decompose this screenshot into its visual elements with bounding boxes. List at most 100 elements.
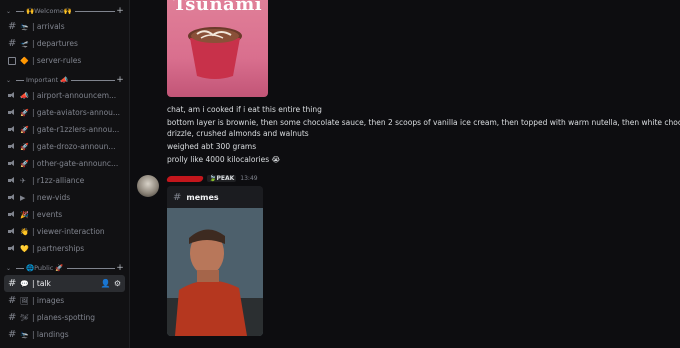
channel-item[interactable]: 🚀 | other-gate-announc... [4,155,125,172]
channel-emoji-icon: 🚀 [20,159,29,168]
message-header: 🍃PEAK 13:49 [165,175,258,182]
channel-tools: 👤 ⚙ [101,279,121,288]
channel-item[interactable]: ▶ | new-vids [4,189,125,206]
embed-title: memes [186,192,219,202]
channel-emoji-icon: 🖼 [20,296,29,305]
channel-item[interactable]: 👋 | viewer-interaction [4,223,125,240]
hash-icon: # [173,191,182,203]
channel-item[interactable]: # 🛬 | arrivals [4,18,125,35]
category-label: 🌐Public 🚀 [26,264,64,272]
channel-emoji-icon: 🛫 [20,39,29,48]
chevron-down-icon: ⌄ [6,76,12,84]
channel-item[interactable]: 🚀 | gate-r1zzlers-annou... [4,121,125,138]
image-brand-text: Tsunami [173,0,263,15]
channel-item[interactable]: # 💬 | talk 👤 ⚙ [4,275,125,292]
text-channel-icon: # [8,312,17,323]
channel-name: | airport-announcem... [32,91,117,100]
channel-emoji-icon: ✈ [20,176,26,185]
channel-item[interactable]: # 🖼 | images [4,292,125,309]
channel-item[interactable]: 🚀 | gate-drozo-announ... [4,138,125,155]
message-line: prolly like 4000 kilocalories 😭 [167,155,281,164]
channel-name: | events [32,210,63,219]
channel-emoji-icon: 🚀 [20,125,29,134]
channel-item[interactable]: # 🛩 | planes-spotting [4,309,125,326]
channel-name: | departures [32,39,78,48]
channel-emoji-icon: 🛩 [20,313,29,322]
channel-emoji-icon: 📣 [20,91,29,100]
category-header[interactable]: ⌄ Important 📣 + [0,73,129,87]
text-channel-icon: # [8,21,17,32]
channel-name: | viewer-interaction [32,227,105,236]
category-label: Important 📣 [26,76,69,84]
channel-name: | gate-drozo-announ... [32,142,116,151]
announcement-channel-icon [8,92,17,99]
attachment-embed[interactable]: # memes [167,186,263,336]
channel-name: | landings [32,330,69,339]
channel-name: | planes-spotting [32,313,96,322]
category-divider [71,79,115,81]
message-line: drizzle, crushed almonds and walnuts [167,129,309,138]
rules-channel-icon [8,56,16,65]
channel-name: | talk [32,279,51,288]
category-divider [74,10,115,12]
channel-emoji-icon: 👋 [20,227,29,236]
announcement-channel-icon [8,143,17,150]
category-divider [66,267,115,269]
channel-name: | server-rules [32,56,82,65]
channel-emoji-icon: 🛬 [20,22,29,31]
text-channel-icon: # [8,329,17,340]
meme-image[interactable] [167,208,263,336]
text-channel-icon: # [8,38,17,49]
channel-name: | arrivals [32,22,65,31]
channel-emoji-icon: 🎉 [20,210,29,219]
channel-emoji-icon: 🚀 [20,108,29,117]
chevron-down-icon: ⌄ [6,264,12,272]
dessert-image[interactable]: Tsunami [167,0,268,97]
announcement-channel-icon [8,109,17,116]
channel-name: | gate-aviators-annou... [32,108,121,117]
add-channel-icon[interactable]: + [115,6,125,16]
message-area: Tsunami chat, am i cooked if i eat this … [131,0,680,348]
message-line: weighed abt 300 grams [167,142,257,151]
channel-item[interactable]: # 🛫 | departures [4,35,125,52]
gear-icon[interactable]: ⚙ [114,279,121,288]
channel-name: | partnerships [32,244,85,253]
category-header[interactable]: ⌄ 🙌Welcome🙌 + [0,4,129,18]
channel-sidebar: ⌄ 🙌Welcome🙌 + # 🛬 | arrivals # 🛫 | departures 🔶 | … [0,0,130,348]
category-divider [16,79,24,81]
message-line: chat, am i cooked if i eat this entire t… [167,105,322,114]
guild-tag-badge[interactable]: 🍃PEAK [207,175,237,182]
announcement-channel-icon [8,177,17,184]
channel-name: | new-vids [32,193,71,202]
channel-emoji-icon: 🚀 [20,142,29,151]
add-channel-icon[interactable]: + [115,263,125,273]
announcement-channel-icon [8,245,17,252]
channel-emoji-icon: 🔶 [20,56,29,65]
channel-item[interactable]: 🔶 | server-rules [4,52,125,69]
category-divider [16,267,24,269]
chevron-down-icon: ⌄ [6,7,12,15]
embed-header: # memes [167,186,263,208]
channel-item[interactable]: 🎉 | events [4,206,125,223]
add-channel-icon[interactable]: + [115,75,125,85]
channel-item[interactable]: ✈ | r1zz-alliance [4,172,125,189]
category-label: 🙌Welcome🙌 [26,7,72,15]
channel-emoji-icon: 💬 [20,279,29,288]
redacted-username[interactable] [165,175,205,182]
channel-item[interactable]: 📣 | airport-announcem... [4,87,125,104]
timestamp[interactable]: 13:49 [240,175,257,182]
announcement-channel-icon [8,228,17,235]
invite-icon[interactable]: 👤 [101,279,111,288]
channel-name: | other-gate-announc... [32,159,119,168]
category-header[interactable]: ⌄ 🌐Public 🚀 + [0,261,129,275]
channel-item[interactable]: 🚀 | gate-aviators-annou... [4,104,125,121]
channel-item[interactable]: 💛 | partnerships [4,240,125,257]
channel-name: | r1zz-alliance [32,176,85,185]
channel-name: | gate-r1zzlers-annou... [32,125,120,134]
dessert-cup-illustration [188,27,242,79]
channel-item[interactable]: # 🛬 | landings [4,326,125,343]
announcement-channel-icon [8,126,17,133]
avatar[interactable] [137,175,159,197]
category-divider [16,10,24,12]
channel-name: | images [32,296,65,305]
